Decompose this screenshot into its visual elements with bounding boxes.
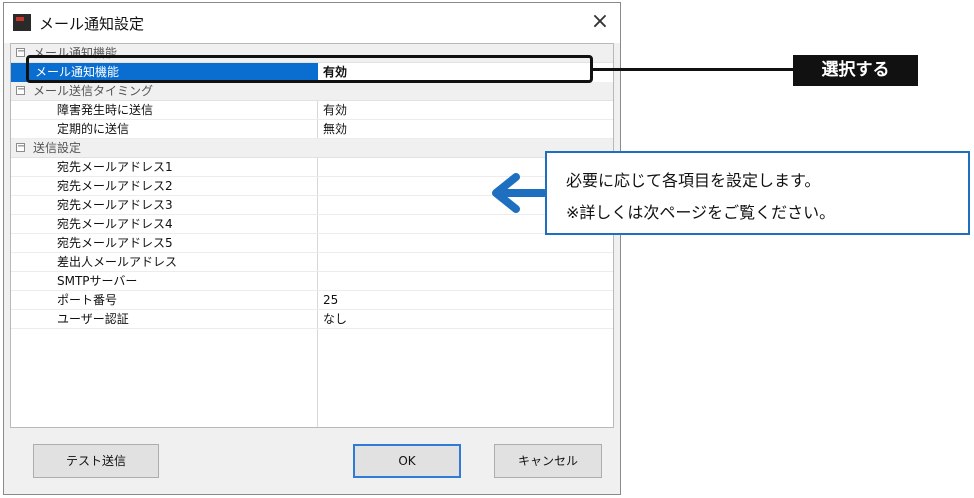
note-line: ※詳しくは次ページをご覧ください。 xyxy=(566,203,836,222)
property-value[interactable]: なし xyxy=(323,310,347,328)
property-row[interactable]: ポート番号 25 xyxy=(11,291,613,310)
test-send-button[interactable]: テスト送信 xyxy=(33,444,159,478)
collapse-icon[interactable]: − xyxy=(16,142,25,152)
property-row[interactable]: ユーザー認証 なし xyxy=(11,310,613,329)
select-callout-label: 選択する xyxy=(793,55,918,86)
window-title: メール通知設定 xyxy=(39,15,145,33)
close-icon[interactable]: × xyxy=(586,8,614,36)
property-row[interactable]: 障害発生時に送信 有効 xyxy=(11,101,613,120)
collapse-icon[interactable]: − xyxy=(16,85,25,95)
property-grid: − メール通知機能 メール通知機能 有効 − メール送信タイミング 障害発生時に… xyxy=(10,43,614,428)
property-label: 宛先メールアドレス3 xyxy=(57,198,173,212)
category-send-settings[interactable]: − 送信設定 xyxy=(11,139,613,158)
highlight-frame xyxy=(26,55,593,83)
app-icon xyxy=(13,14,31,31)
property-row[interactable]: 差出人メールアドレス xyxy=(11,253,613,272)
title-bar: メール通知設定 × xyxy=(4,3,620,43)
property-label: ユーザー認証 xyxy=(57,312,129,326)
property-row[interactable]: 宛先メールアドレス5 xyxy=(11,234,613,253)
property-value[interactable]: 有効 xyxy=(323,101,347,119)
property-label: 宛先メールアドレス5 xyxy=(57,236,173,250)
left-arrow-icon xyxy=(492,173,548,213)
property-label: SMTPサーバー xyxy=(57,274,138,288)
property-label: 宛先メールアドレス4 xyxy=(57,217,173,231)
property-row[interactable]: 定期的に送信 無効 xyxy=(11,120,613,139)
callout-connector xyxy=(593,68,793,71)
category-send-timing[interactable]: − メール送信タイミング xyxy=(11,82,613,101)
note-line: 必要に応じて各項目を設定します。 xyxy=(566,171,821,190)
instruction-note: 必要に応じて各項目を設定します。 ※詳しくは次ページをご覧ください。 xyxy=(545,151,970,235)
property-label: 差出人メールアドレス xyxy=(57,255,178,269)
category-label: 送信設定 xyxy=(33,141,82,155)
property-row[interactable]: SMTPサーバー xyxy=(11,272,613,291)
property-row[interactable]: 宛先メールアドレス4 xyxy=(11,215,613,234)
property-label: 宛先メールアドレス1 xyxy=(57,160,173,174)
property-label: ポート番号 xyxy=(57,293,118,307)
property-label: 定期的に送信 xyxy=(57,122,130,136)
property-label: 宛先メールアドレス2 xyxy=(57,179,173,193)
property-value[interactable]: 無効 xyxy=(323,120,347,138)
collapse-icon[interactable]: − xyxy=(16,47,25,57)
cancel-button[interactable]: キャンセル xyxy=(494,444,602,478)
property-label: 障害発生時に送信 xyxy=(57,103,154,117)
category-label: メール送信タイミング xyxy=(33,84,154,98)
property-value[interactable]: 25 xyxy=(323,291,338,309)
ok-button[interactable]: OK xyxy=(353,444,461,478)
